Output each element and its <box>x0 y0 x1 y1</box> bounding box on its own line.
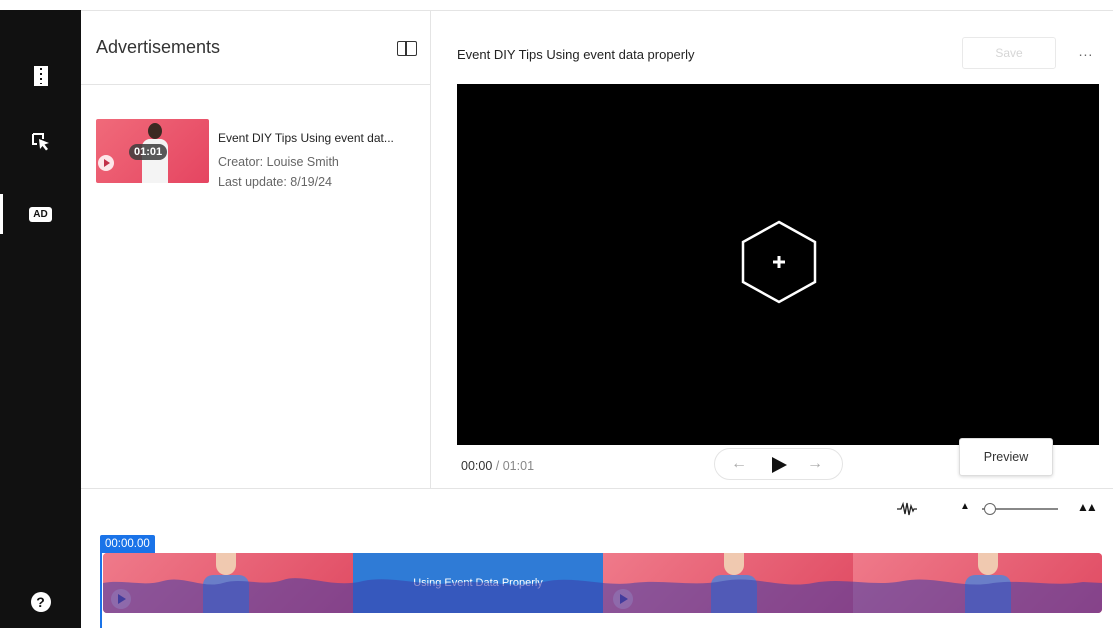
playhead-timecode: 00:00.00 <box>100 535 155 553</box>
editor-panel: Event DIY Tips Using event data properly… <box>432 11 1113 488</box>
zoom-slider-thumb[interactable] <box>984 503 996 515</box>
item-last-update: Last update: 8/19/24 <box>218 175 332 189</box>
play-button[interactable] <box>772 457 787 473</box>
frame-person <box>965 553 1011 613</box>
left-rail: AD ? <box>0 10 81 628</box>
play-icon <box>98 155 114 171</box>
video-editor-app: AD ? Advertisements 01:01 Event DIY Tips… <box>0 0 1113 628</box>
zoom-out-icon[interactable]: ▲ <box>960 501 970 512</box>
save-button[interactable]: Save <box>962 37 1056 69</box>
track-frame <box>603 553 853 613</box>
duration-badge: 01:01 <box>129 144 168 160</box>
toggle-panel-icon[interactable] <box>397 41 417 56</box>
ads-library-panel: Advertisements 01:01 Event DIY Tips Usin… <box>81 11 431 488</box>
library-title: Advertisements <box>96 37 221 57</box>
current-time: 00:00 <box>461 459 493 473</box>
zoom-slider[interactable] <box>982 503 1058 515</box>
item-title: Event DIY Tips Using event dat... <box>218 131 394 145</box>
timeline: ▲ ▲▲ 00:00.00 Using Event Data Properly <box>81 488 1113 628</box>
playback-controls: ← → <box>714 448 843 480</box>
film-strip-icon <box>33 66 48 86</box>
next-arrow-icon[interactable]: → <box>807 455 823 473</box>
play-icon <box>111 589 131 609</box>
video-thumbnail: 01:01 <box>96 119 209 183</box>
time-display: 00:00 / 01:01 <box>461 459 534 473</box>
timeline-track[interactable]: Using Event Data Properly <box>103 553 1102 613</box>
frame-person <box>711 553 757 613</box>
cursor-click-icon <box>31 133 49 151</box>
help-button[interactable]: ? <box>0 582 81 622</box>
previous-arrow-icon[interactable]: ← <box>731 455 747 473</box>
play-icon <box>613 589 633 609</box>
help-icon: ? <box>30 592 51 612</box>
playhead[interactable] <box>100 553 102 628</box>
ad-segment[interactable]: Using Event Data Properly <box>353 553 603 613</box>
track-frame <box>853 553 1102 613</box>
preview-button[interactable]: Preview <box>959 438 1053 476</box>
video-player[interactable] <box>457 84 1099 445</box>
video-title: Event DIY Tips Using event data properly <box>457 47 695 62</box>
rail-item-media[interactable] <box>0 56 81 96</box>
ad-icon: AD <box>29 206 52 222</box>
time-separator: / <box>495 459 500 473</box>
waveform-icon[interactable] <box>896 501 918 517</box>
zoom-in-icon[interactable]: ▲▲ <box>1077 500 1098 514</box>
rail-item-ads[interactable]: AD <box>0 194 81 234</box>
track-frame <box>103 553 353 613</box>
item-creator: Creator: Louise Smith <box>218 155 339 169</box>
library-header: Advertisements <box>81 11 431 85</box>
rail-item-interactions[interactable] <box>0 122 81 162</box>
frame-person <box>203 553 249 613</box>
add-interaction-icon[interactable] <box>740 220 818 304</box>
ad-segment-label: Using Event Data Properly <box>413 577 543 589</box>
library-item[interactable]: 01:01 Event DIY Tips Using event dat... … <box>96 119 416 189</box>
total-time: 01:01 <box>502 459 535 473</box>
more-options-icon[interactable]: ... <box>1074 43 1098 63</box>
